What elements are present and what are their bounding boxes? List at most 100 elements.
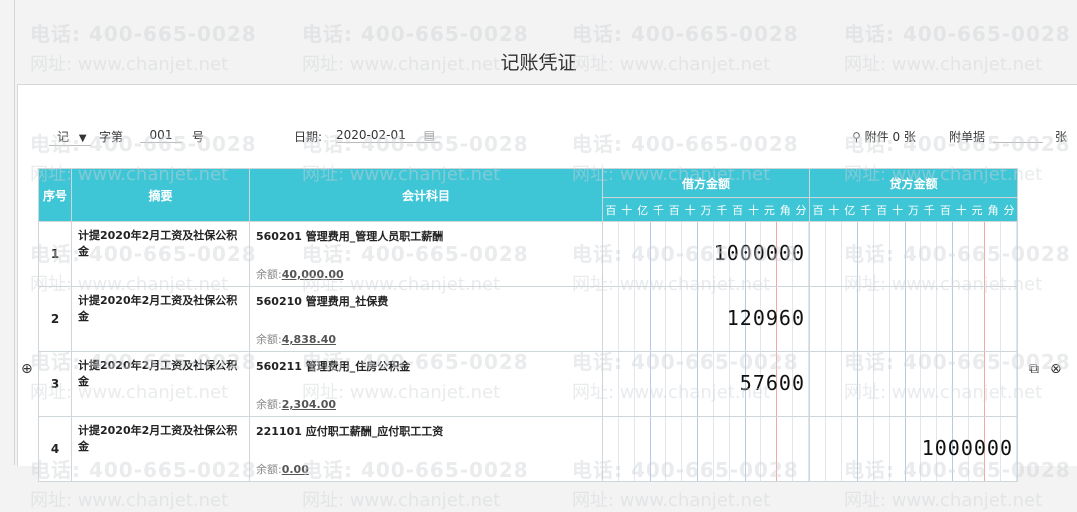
col-account: 会计科目 [249,168,603,222]
balance-value: 2,304.00 [281,398,336,411]
digit-unit-label: 百 [732,203,744,217]
amount-grid [810,222,1017,286]
row-seq: 3 [38,351,72,417]
attachment-button[interactable]: ⚲ 附件 0 张 [852,128,916,145]
account-balance: 余额:2,304.00 [256,396,336,412]
digit-unit-label: 分 [1003,203,1015,217]
debit-amount-cell[interactable]: 1000000 [602,221,810,287]
voucher-table: 序号 摘要 会计科目 借方金额 贷方金额 百十亿千百十万千百十元角分 百十亿千百… [38,168,1018,482]
add-row-icon[interactable]: ⊕ [21,361,33,377]
digit-unit-label: 亿 [637,203,649,217]
attach-doc-label: 附单据 [949,130,986,144]
attach-doc-count-input[interactable] [993,128,1043,143]
credit-amount-cell[interactable] [809,351,1018,417]
digit-unit-label: 元 [763,203,775,217]
digit-unit-label: 百 [939,203,951,217]
copy-row-icon[interactable]: ⧉ [1029,361,1039,377]
account-cell[interactable]: 560211 管理费用_住房公积金 余额:2,304.00 [249,351,603,417]
col-summary: 摘要 [71,168,250,222]
balance-label: 余额: [256,333,282,346]
debit-amount-cell[interactable] [602,416,810,482]
voucher-row[interactable]: 4 计提2020年2月工资及社保公积金 221101 应付职工薪酬_应付职工工资 余额… [38,416,1018,482]
debit-amount: 57600 [739,371,805,395]
summary-cell[interactable]: 计提2020年2月工资及社保公积金 [71,221,250,287]
digit-unit-label: 百 [605,203,617,217]
delete-row-icon[interactable]: ⊗ [1050,361,1062,377]
zhang-label: 张 [1055,130,1068,144]
account-name: 560201 管理费用_管理人员职工薪酬 [256,230,444,243]
account-name: 560211 管理费用_住房公积金 [256,360,411,373]
digit-unit-label: 角 [987,203,999,217]
account-balance: 余额:0.00 [256,461,309,477]
debit-amount-cell[interactable]: 57600 [602,351,810,417]
credit-amount-cell[interactable]: 1000000 [809,416,1018,482]
account-name: 221101 应付职工薪酬_应付职工工资 [256,425,444,438]
amount-grid [810,287,1017,351]
summary-cell[interactable]: 计提2020年2月工资及社保公积金 [71,416,250,482]
digit-unit-label: 分 [795,203,807,217]
page-title: 记账凭证 [500,52,577,74]
account-cell[interactable]: 560210 管理费用_社保费 余额:4,838.40 [249,286,603,352]
digit-unit-label: 十 [892,203,904,217]
digit-unit-label: 十 [955,203,967,217]
calendar-icon[interactable]: ▤ [424,128,435,142]
account-name: 560210 管理费用_社保费 [256,295,389,308]
credit-amount-cell[interactable] [809,221,1018,287]
balance-label: 余额: [256,268,282,281]
date-input[interactable]: 2020-02-01 ▤ [336,128,440,143]
debit-amount: 1000000 [713,241,805,265]
digit-unit-label: 十 [621,203,633,217]
debit-amount-cell[interactable]: 120960 [602,286,810,352]
watermark-phone: 电话: 400-665-0028 [844,22,1071,46]
amount-grid [603,417,809,481]
digit-unit-label: 亿 [844,203,856,217]
chevron-down-icon: ▼ [78,133,87,144]
digit-unit-label: 千 [716,203,728,217]
voucher-row[interactable]: 3 计提2020年2月工资及社保公积金 560211 管理费用_住房公积金 余额:2,… [38,351,1018,417]
digit-unit-label: 千 [860,203,872,217]
watermark-phone: 电话: 400-665-0028 [572,22,799,46]
voucher-type-select[interactable]: 记 ▼ [49,128,91,146]
debit-digit-units: 百十亿千百十万千百十元角分 [602,197,810,222]
account-cell[interactable]: 560201 管理费用_管理人员职工薪酬 余额:40,000.00 [249,221,603,287]
digit-unit-label: 十 [684,203,696,217]
digit-unit-label: 千 [652,203,664,217]
date-value: 2020-02-01 [336,128,406,142]
watermark-phone: 电话: 400-665-0028 [302,22,529,46]
col-debit: 借方金额 [602,168,810,198]
balance-value: 40,000.00 [281,268,344,281]
paperclip-icon: ⚲ [852,130,861,144]
hao-label: 号 [192,130,205,144]
digit-unit-label: 角 [779,203,791,217]
summary-cell[interactable]: 计提2020年2月工资及社保公积金 [71,351,250,417]
account-cell[interactable]: 221101 应付职工薪酬_应付职工工资 余额:0.00 [249,416,603,482]
watermark-site: 网址: www.chanjet.net [302,490,501,511]
digit-unit-label: 元 [971,203,983,217]
digit-unit-label: 百 [812,203,824,217]
digit-unit-label: 百 [668,203,680,217]
zi-label: 字第 [99,130,124,144]
watermark-site: 网址: www.chanjet.net [844,490,1043,511]
row-seq: 2 [38,286,72,352]
watermark-site: 网址: www.chanjet.net [30,490,229,511]
credit-amount-cell[interactable] [809,286,1018,352]
credit-amount: 1000000 [921,436,1013,460]
row-seq: 4 [38,416,72,482]
account-balance: 余额:4,838.40 [256,331,336,347]
row-seq: 1 [38,221,72,287]
voucher-row[interactable]: 1 计提2020年2月工资及社保公积金 560201 管理费用_管理人员职工薪酬 余额… [38,221,1018,287]
summary-cell[interactable]: 计提2020年2月工资及社保公积金 [71,286,250,352]
voucher-number-value: 001 [140,128,182,143]
digit-unit-label: 千 [923,203,935,217]
digit-unit-label: 万 [700,203,712,217]
col-seq: 序号 [38,168,72,222]
attachment-label: 附件 0 张 [864,130,916,144]
digit-unit-label: 万 [907,203,919,217]
amount-grid [810,352,1017,416]
account-balance: 余额:40,000.00 [256,266,344,282]
col-credit: 贷方金额 [809,168,1018,198]
voucher-number-input[interactable]: 001 [140,128,182,143]
voucher-row[interactable]: 2 计提2020年2月工资及社保公积金 560210 管理费用_社保费 余额:4,83… [38,286,1018,352]
digit-unit-label: 百 [876,203,888,217]
digit-unit-label: 十 [828,203,840,217]
